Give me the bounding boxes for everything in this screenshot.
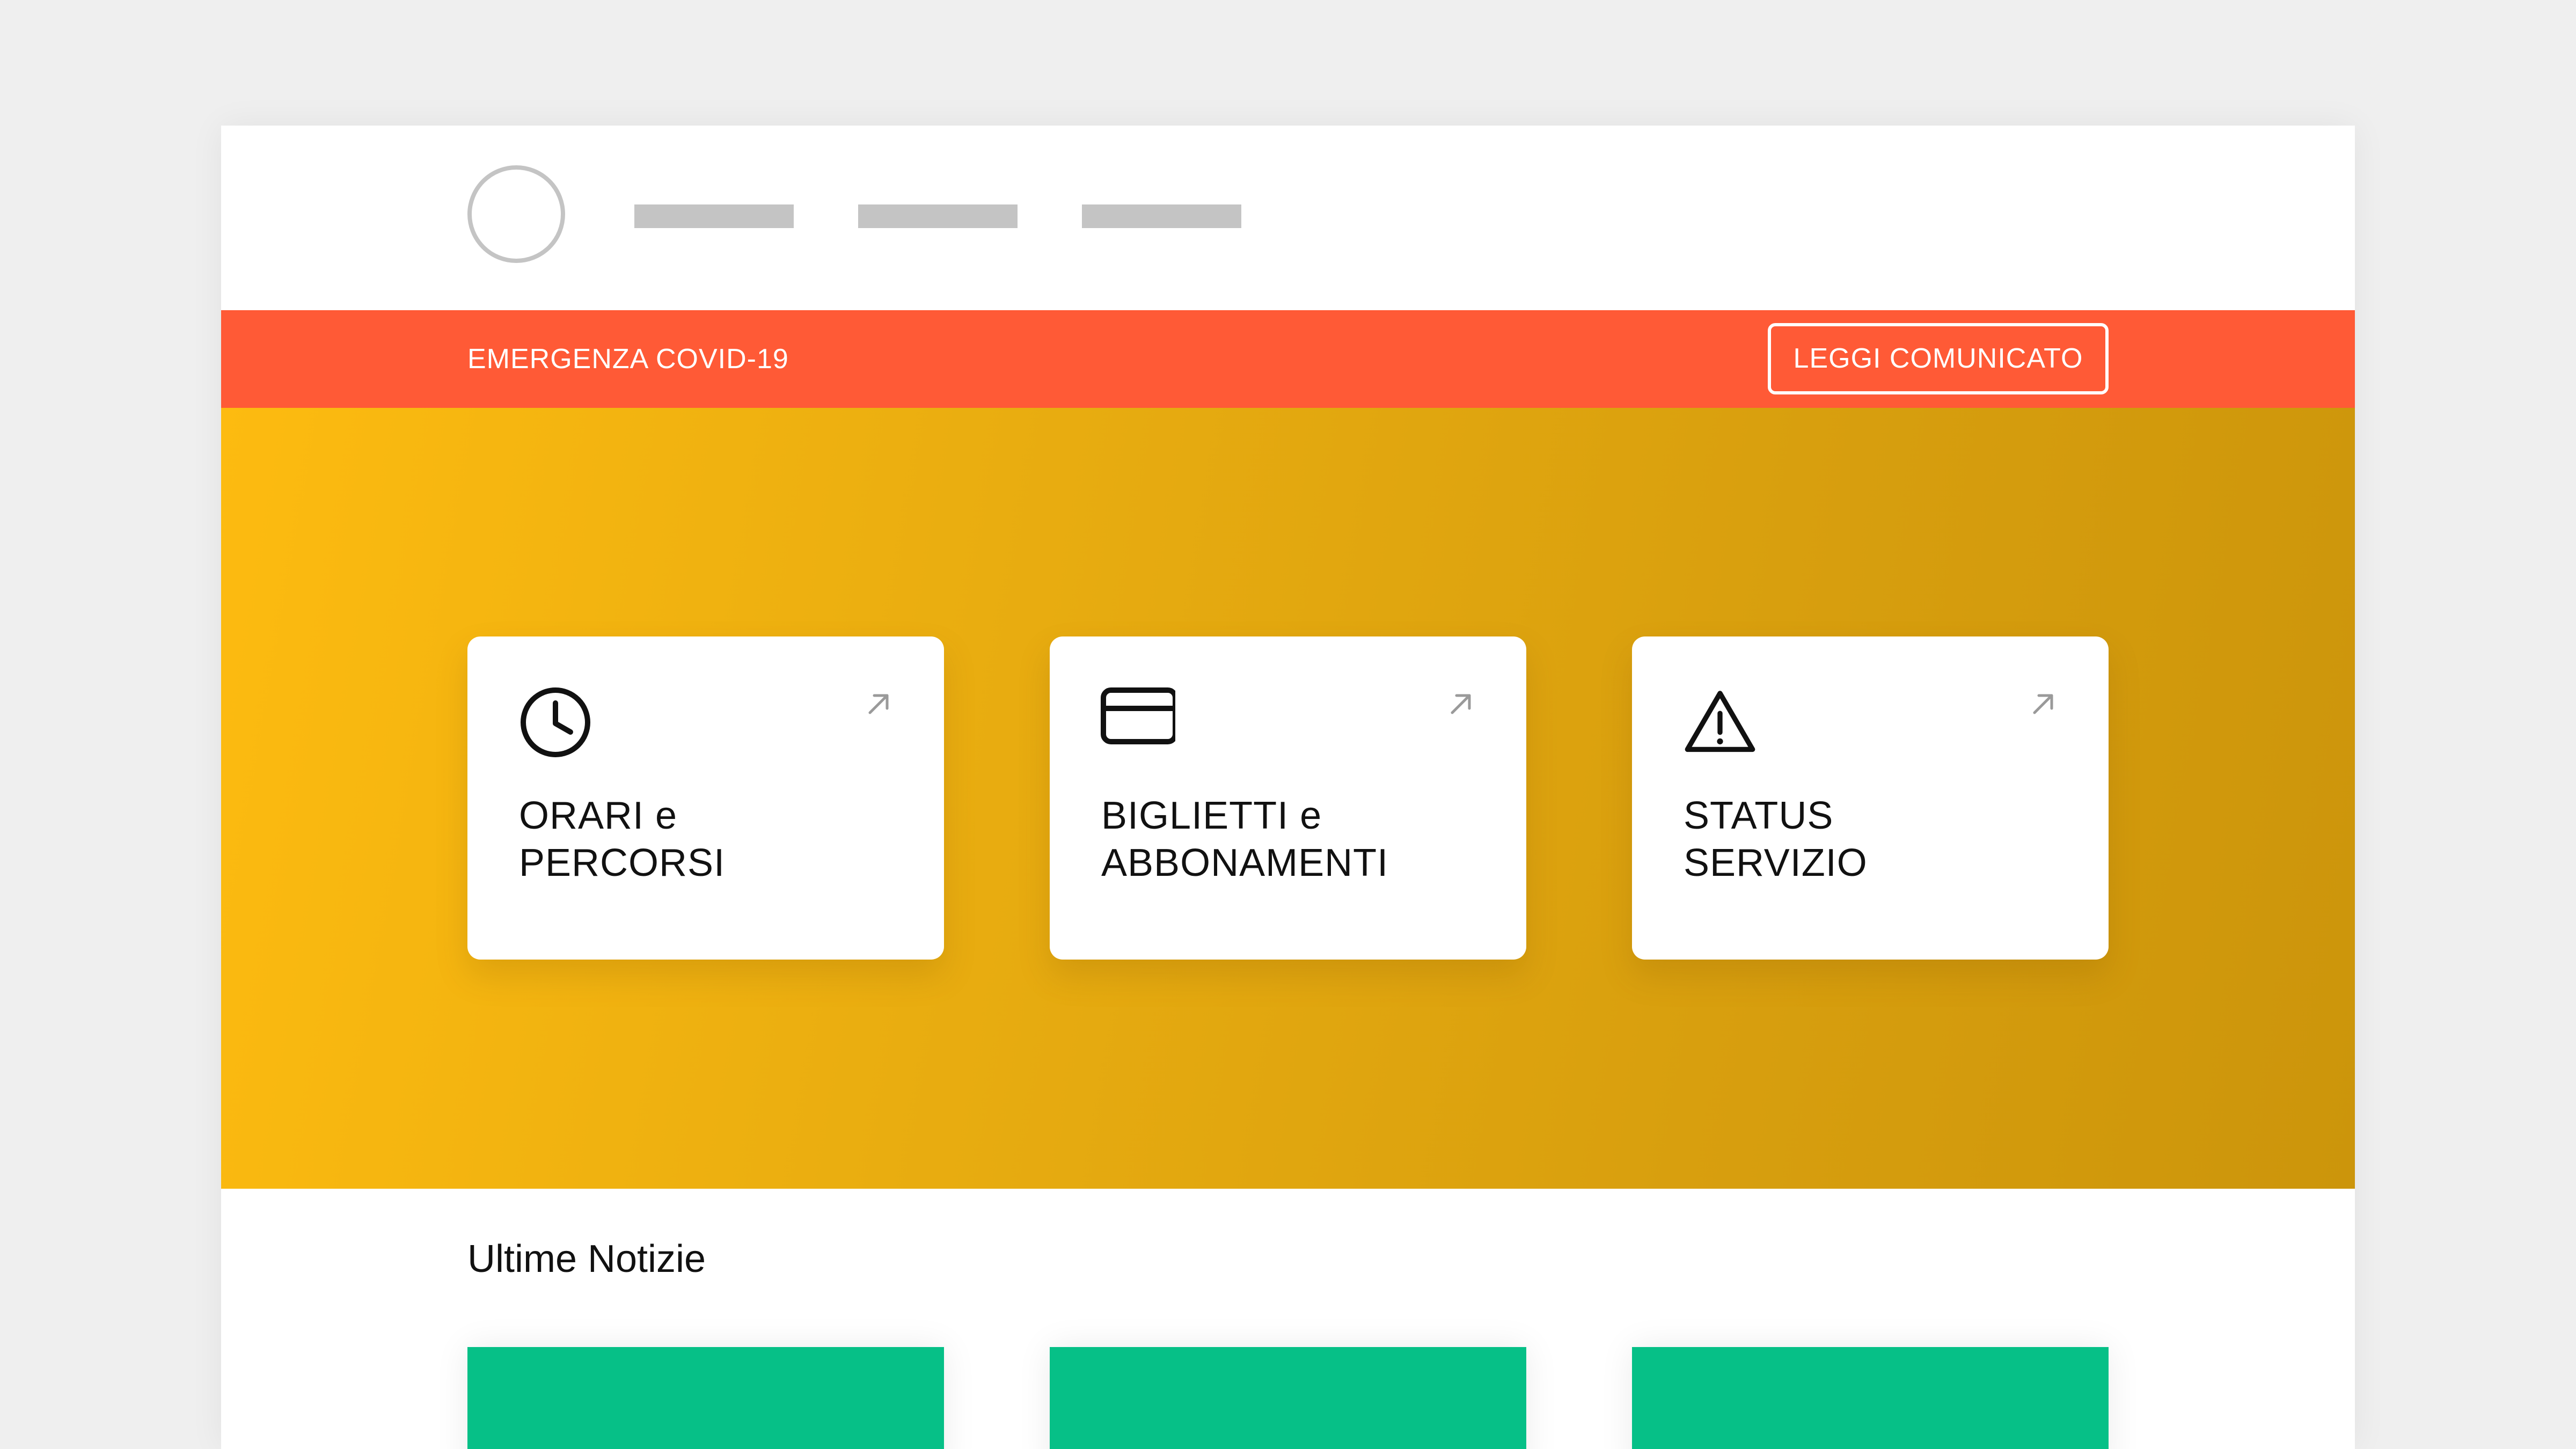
card-title-line-1: BIGLIETTI e <box>1101 794 1322 837</box>
warning-icon <box>1685 691 1755 752</box>
nav-item-placeholder-3[interactable] <box>1082 204 1241 228</box>
card-tickets-passes[interactable]: BIGLIETTI e ABBONAMENTI <box>1050 636 1526 960</box>
arrow-up-right-icon <box>2033 694 2053 714</box>
page: EMERGENZA COVID-19 LEGGI COMUNICATO ORAR… <box>221 126 2355 1449</box>
card-service-status[interactable]: STATUS SERVIZIO <box>1632 636 2109 960</box>
card-icon <box>1101 687 1175 744</box>
arrow-up-right-icon <box>1451 694 1471 714</box>
news-card-2[interactable] <box>1050 1347 1526 1449</box>
nav-item-placeholder-2[interactable] <box>858 204 1018 228</box>
card-title-line-2: PERCORSI <box>519 841 726 884</box>
nav-item-placeholder-1[interactable] <box>634 204 794 228</box>
card-title-line-2: ABBONAMENTI <box>1101 841 1389 884</box>
news-heading: Ultime Notizie <box>467 1238 706 1280</box>
alert-message: EMERGENZA COVID-19 <box>467 343 789 375</box>
alert-banner: EMERGENZA COVID-19 LEGGI COMUNICATO <box>221 310 2355 408</box>
site-header <box>221 126 2355 310</box>
clock-icon <box>521 687 590 757</box>
read-announcement-button[interactable]: LEGGI COMUNICATO <box>1768 323 2109 394</box>
news-card-3[interactable] <box>1632 1347 2109 1449</box>
card-title-line-1: ORARI e <box>519 794 678 837</box>
arrow-up-right-icon <box>868 694 889 714</box>
card-title: BIGLIETTI e ABBONAMENTI <box>1101 792 1488 887</box>
news-card-1[interactable] <box>467 1347 944 1449</box>
hero-section: ORARI e PERCORSI BIGLIETTI e ABBONAMENTI <box>221 408 2355 1189</box>
card-title: STATUS SERVIZIO <box>1684 792 2070 887</box>
card-schedules-routes[interactable]: ORARI e PERCORSI <box>467 636 944 960</box>
logo-placeholder[interactable] <box>467 165 565 263</box>
card-title-line-2: SERVIZIO <box>1684 841 1868 884</box>
card-title-line-1: STATUS <box>1684 794 1834 837</box>
card-title: ORARI e PERCORSI <box>519 792 905 887</box>
